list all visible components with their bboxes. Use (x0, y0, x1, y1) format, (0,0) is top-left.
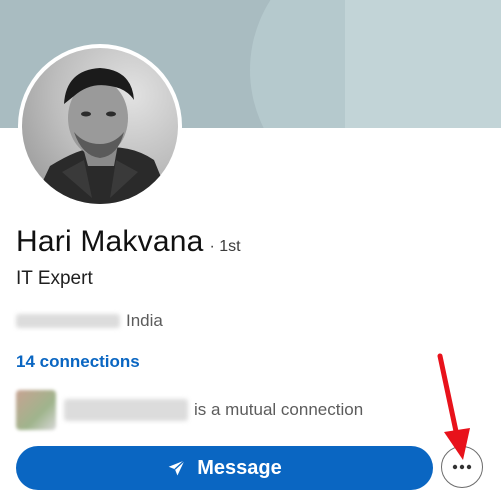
ellipsis-icon (452, 464, 472, 470)
cover-decoration-right (345, 0, 501, 128)
location-row: India (16, 311, 163, 331)
red-arrow-annotation-icon (437, 353, 470, 460)
mutual-connection-row[interactable]: is a mutual connection (16, 390, 363, 430)
redacted-mutual-name (64, 399, 188, 421)
profile-headline: IT Expert (16, 268, 93, 289)
message-button[interactable]: Message (16, 446, 433, 490)
redacted-location-detail (16, 314, 120, 328)
profile-name: Hari Makvana (16, 225, 204, 258)
name-row: Hari Makvana · 1st (16, 225, 241, 259)
connection-degree: · 1st (209, 238, 241, 255)
message-button-label: Message (197, 456, 282, 479)
connections-link[interactable]: 14 connections (16, 352, 140, 372)
profile-avatar[interactable] (18, 44, 182, 208)
mutual-connection-avatar (16, 390, 56, 430)
send-icon (168, 460, 186, 476)
mutual-connection-text: is a mutual connection (194, 400, 364, 419)
profile-location: India (126, 311, 163, 330)
profile-photo (22, 48, 178, 204)
